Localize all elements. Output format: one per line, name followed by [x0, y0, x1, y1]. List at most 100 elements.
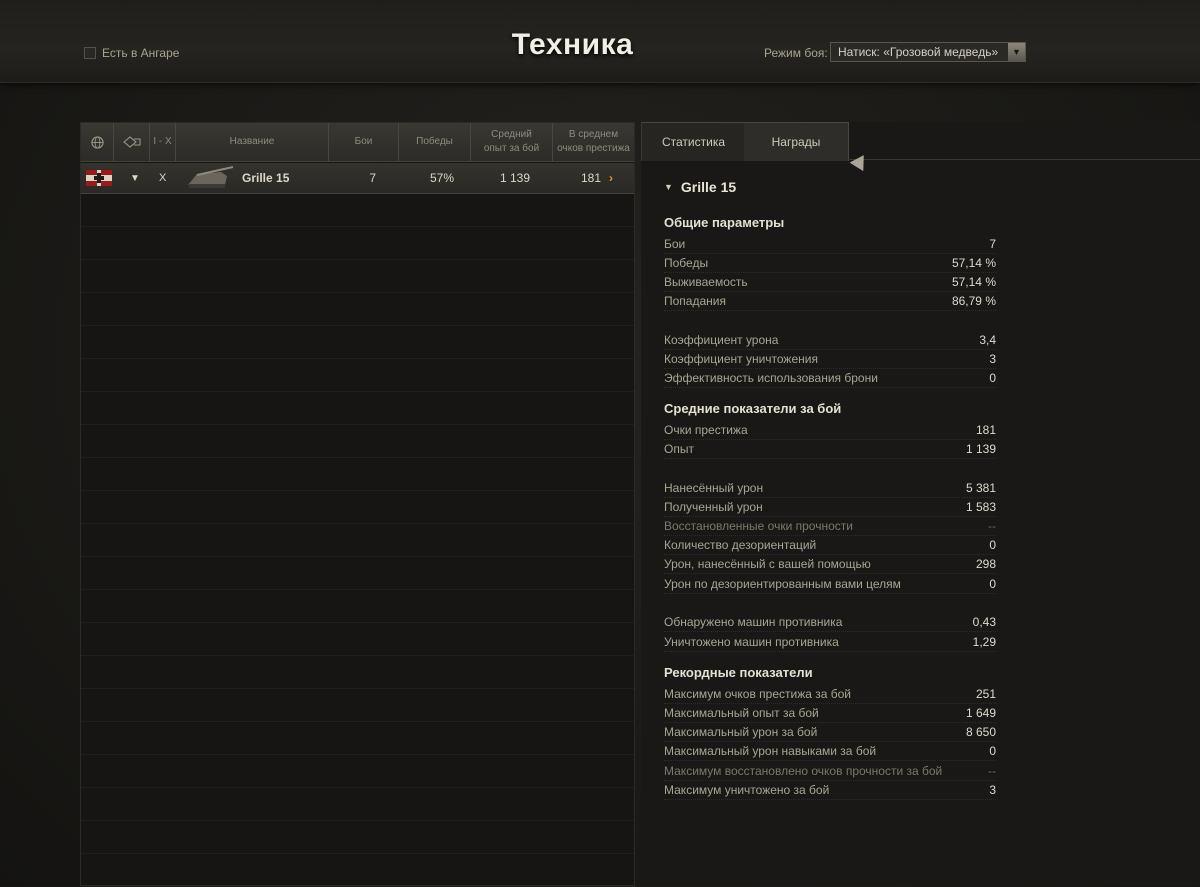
battle-mode-label: Режим боя:: [764, 46, 828, 60]
stat-value: 3,4: [979, 332, 996, 347]
stat-label: Обнаружено машин противника: [664, 614, 843, 629]
stat-value: 86,79 %: [951, 293, 996, 308]
stat-row: Нанесённый урон 5 381: [664, 478, 996, 498]
stat-label: Победы: [664, 255, 709, 270]
stat-row: Максимум восстановлено очков прочности з…: [664, 761, 996, 781]
german-flag-icon: [86, 163, 112, 193]
stat-row: Урон по дезориентированным вами целям 0: [664, 574, 996, 594]
td-class-icon: ▼: [130, 172, 140, 184]
stat-value: 0: [989, 537, 996, 552]
empty-row: [81, 293, 634, 326]
stat-value: 3: [989, 351, 996, 366]
stat-row: Максимальный опыт за бой 1 649: [664, 703, 996, 723]
stat-row: Максимум уничтожено за бой 3: [664, 780, 996, 800]
stat-value: 5 381: [965, 480, 996, 495]
empty-row: [81, 524, 634, 557]
wins-column-header[interactable]: Победы: [399, 123, 471, 161]
type-column-header[interactable]: [114, 123, 150, 161]
avg-prestige-header-line1: В среднем: [568, 129, 619, 140]
stats-panel: Статистика Награды ▼ Grille 15 Общие пар…: [641, 122, 1200, 886]
empty-row: [81, 392, 634, 425]
chevron-down-icon[interactable]: ▼: [1008, 43, 1025, 61]
stat-label: Восстановленные очки прочности: [664, 518, 853, 533]
battle-mode-value: Натиск: «Грозовой медведь»: [838, 45, 999, 59]
stat-label: Урон, нанесённый с вашей помощью: [664, 556, 871, 571]
stat-value: 0: [989, 743, 996, 758]
stat-row: Опыт 1 139: [664, 439, 996, 459]
stat-value: 251: [975, 686, 996, 701]
stat-label: Максимум восстановлено очков прочности з…: [664, 763, 943, 778]
battle-mode-dropdown[interactable]: Натиск: «Грозовой медведь» ▼: [830, 42, 1026, 62]
stat-row: Урон, нанесённый с вашей помощью 298: [664, 554, 996, 574]
empty-row: [81, 227, 634, 260]
tab-statistics[interactable]: Статистика: [641, 122, 746, 161]
empty-row: [81, 755, 634, 788]
stat-label: Уничтожено машин противника: [664, 634, 839, 649]
stat-row: Победы 57,14 %: [664, 253, 996, 273]
stat-value: 7: [989, 236, 996, 251]
collapse-triangle-icon: ▼: [664, 182, 673, 192]
stat-row: Эффективность использования брони 0: [664, 368, 996, 388]
selected-vehicle-name: Grille 15: [680, 179, 737, 195]
globe-icon: [90, 135, 104, 149]
avg-xp-column-header[interactable]: Средний опыт за бой: [471, 123, 553, 161]
empty-row: [81, 194, 634, 227]
name-column-header[interactable]: Название: [176, 123, 329, 161]
stat-value: 1 583: [965, 499, 996, 514]
stat-label: Нанесённый урон: [664, 480, 764, 495]
stat-row: Восстановленные очки прочности --: [664, 516, 996, 536]
stat-label: Выживаемость: [664, 274, 748, 289]
stat-label: Количество дезориентаций: [664, 537, 817, 552]
vehicle-name: Grille 15: [242, 171, 290, 185]
empty-row: [81, 425, 634, 458]
stat-label: Бои: [664, 236, 686, 251]
vehicle-type-icon: [122, 136, 141, 148]
battles-value: 7: [369, 171, 376, 185]
empty-row: [81, 491, 634, 524]
stat-label: Максимальный урон за бой: [664, 724, 818, 739]
empty-row: [81, 590, 634, 623]
stat-value: --: [988, 518, 996, 533]
avg-xp-header-line1: Средний: [491, 129, 532, 140]
empty-row: [81, 326, 634, 359]
avg-prestige-header-line2: очков престижа: [557, 143, 630, 154]
stat-label: Максимум очков престижа за бой: [664, 686, 851, 701]
empty-row: [81, 854, 634, 887]
stat-value: --: [988, 763, 996, 778]
stat-value: 298: [975, 556, 996, 571]
stat-row: Бои 7: [664, 234, 996, 254]
stat-value: 1 649: [965, 705, 996, 720]
average-section-title: Средние показатели за бой: [664, 401, 842, 416]
avg-prestige-column-header[interactable]: В среднем очков престижа: [553, 123, 634, 161]
avg-xp-header-line2: опыт за бой: [483, 143, 540, 154]
wins-value: 57%: [429, 171, 454, 185]
stat-value: 0: [989, 370, 996, 385]
records-section-title: Рекордные показатели: [664, 665, 813, 680]
tab-awards[interactable]: Награды: [744, 122, 849, 161]
table-row[interactable]: ▼ X Grille 15 7 57% 1 139 181 ›: [81, 163, 634, 194]
vehicle-section-toggle[interactable]: ▼ Grille 15: [664, 179, 736, 195]
stat-label: Опыт: [664, 441, 694, 456]
battles-column-header[interactable]: Бои: [329, 123, 399, 161]
stat-row: Количество дезориентаций 0: [664, 535, 996, 555]
stat-value: 8 650: [965, 724, 996, 739]
stat-row: Выживаемость 57,14 %: [664, 272, 996, 292]
stat-label: Урон по дезориентированным вами целям: [664, 576, 901, 591]
empty-row: [81, 689, 634, 722]
stat-value: 57,14 %: [951, 274, 996, 289]
nation-column-header[interactable]: [81, 123, 114, 161]
tier-column-header[interactable]: I - X: [150, 123, 176, 161]
stat-label: Попадания: [664, 293, 726, 308]
empty-row: [81, 656, 634, 689]
empty-row: [81, 722, 634, 755]
chevron-right-icon[interactable]: ›: [609, 163, 613, 193]
stat-row: Обнаружено машин противника 0,43: [664, 612, 996, 632]
stat-value: 0,43: [972, 614, 996, 629]
stat-value: 181: [975, 422, 996, 437]
stat-value: 3: [989, 782, 996, 797]
stat-value: 0: [989, 576, 996, 591]
tank-icon: [185, 163, 235, 193]
stat-label: Коэффициент уничтожения: [664, 351, 818, 366]
stat-row: Максимум очков престижа за бой 251: [664, 684, 996, 704]
tier-value: X: [159, 172, 167, 184]
